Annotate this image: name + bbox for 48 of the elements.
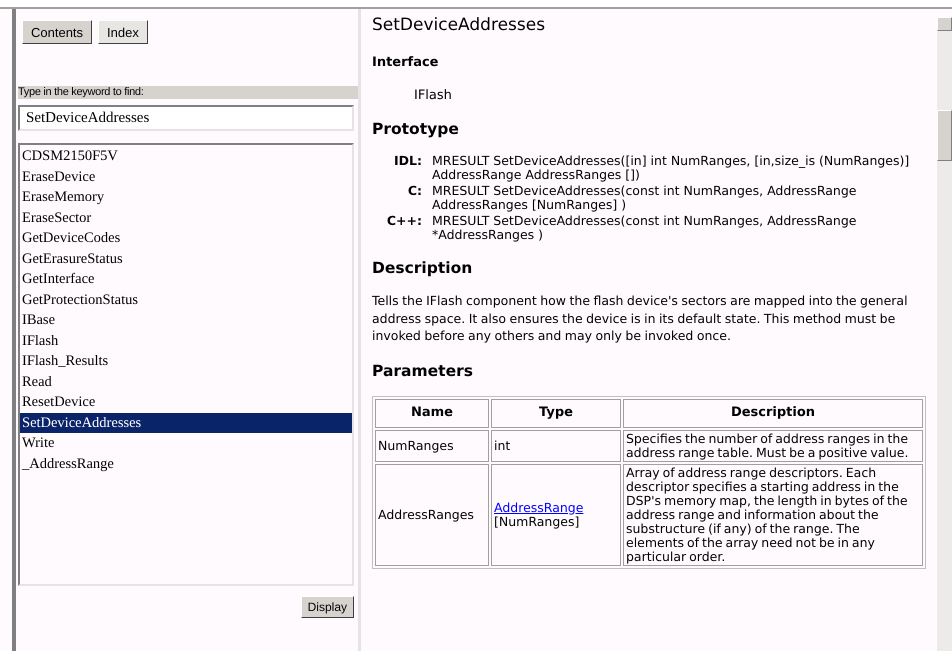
language-label: C: (406, 184, 422, 200)
topic-title: SetDeviceAddresses (372, 15, 546, 37)
index-item[interactable]: Read (20, 372, 352, 392)
section-heading: Description (372, 259, 474, 277)
section-heading: Interface (372, 55, 440, 70)
index-item[interactable]: CDSM2150F5V (20, 146, 352, 166)
index-item[interactable]: Write (20, 433, 352, 454)
table-cell: NumRanges (375, 430, 489, 462)
table-cell: Specifies the number of address ranges in the address range table. Must be a positive value. (623, 430, 923, 462)
description-text: Tells the IFlash component how the flash device's sectors are mapped into the general address space. It also ensures the device is in its default state. This method must be invoked before any others and may only be invoked once. (372, 292, 909, 344)
index-item[interactable]: IFlash (20, 330, 352, 351)
scroll-thumb[interactable] (937, 110, 952, 161)
signature-text: MRESULT SetDeviceAddresses([in] int NumRanges, [in,size_is (NumRanges)] AddressRange AddressRanges []) (432, 154, 910, 182)
index-item[interactable]: EraseDevice (20, 166, 352, 187)
section-heading: Parameters (372, 362, 474, 380)
index-item[interactable]: IBase (20, 310, 352, 330)
tab[interactable]: Contents (22, 20, 92, 44)
column-header: Description (623, 398, 923, 428)
column-header: Name (375, 398, 489, 428)
scrollbar[interactable] (937, 17, 952, 651)
display-button[interactable]: Display (300, 596, 354, 618)
index-item[interactable]: GetInterface (20, 269, 352, 290)
index-item[interactable]: GetDeviceCodes (20, 228, 352, 248)
column-header: Type (491, 398, 621, 428)
index-item[interactable]: EraseMemory (20, 187, 352, 208)
table-cell: AddressRanges (375, 464, 489, 566)
index-item[interactable]: SetDeviceAddresses (20, 412, 352, 433)
signature-text: MRESULT SetDeviceAddresses(const int NumRanges, AddressRange AddressRanges [NumRanges] ) (432, 184, 858, 212)
index-item[interactable]: GetProtectionStatus (20, 290, 352, 310)
tab[interactable]: Index (98, 20, 148, 44)
signature-text: MRESULT SetDeviceAddresses(const int NumRanges, AddressRange *AddressRanges ) (432, 214, 858, 242)
index-item[interactable]: GetErasureStatus (20, 248, 352, 269)
index-item[interactable]: IFlash_Results (20, 351, 352, 372)
type-text: [NumRanges] (494, 514, 580, 528)
language-label: C++: (386, 214, 422, 230)
index-item[interactable]: EraseSector (20, 208, 352, 228)
table-cell: int (491, 430, 621, 462)
section-heading: Prototype (372, 120, 460, 138)
scroll-up-icon[interactable] (937, 17, 952, 31)
index-item[interactable]: _AddressRange (20, 454, 352, 474)
keyword-field[interactable]: SetDeviceAddresses (18, 105, 354, 131)
index-list[interactable]: CDSM2150F5V EraseDevice EraseMemory EraseSector GetDeviceCodes GetErasureStatus GetInterface GetProtectionStatus IBase IFlash IFlash_Results Read ResetDevice SetDeviceAddresses Write _AddressRange (18, 143, 354, 586)
field-label: Type in the keyword to find: (18, 86, 358, 99)
index-item[interactable]: ResetDevice (20, 392, 352, 412)
type-link[interactable]: AddressRange (494, 500, 618, 514)
language-label: IDL: (393, 154, 422, 170)
table-cell: Array of address range descriptors. Each descriptor specifies a starting address in the DSP's memory map, the length in bytes of the address range and information about the substructure (if any) of the range. The elements of the array need not be in any particular order. (623, 464, 923, 566)
interface-name: IFlash (414, 88, 453, 103)
